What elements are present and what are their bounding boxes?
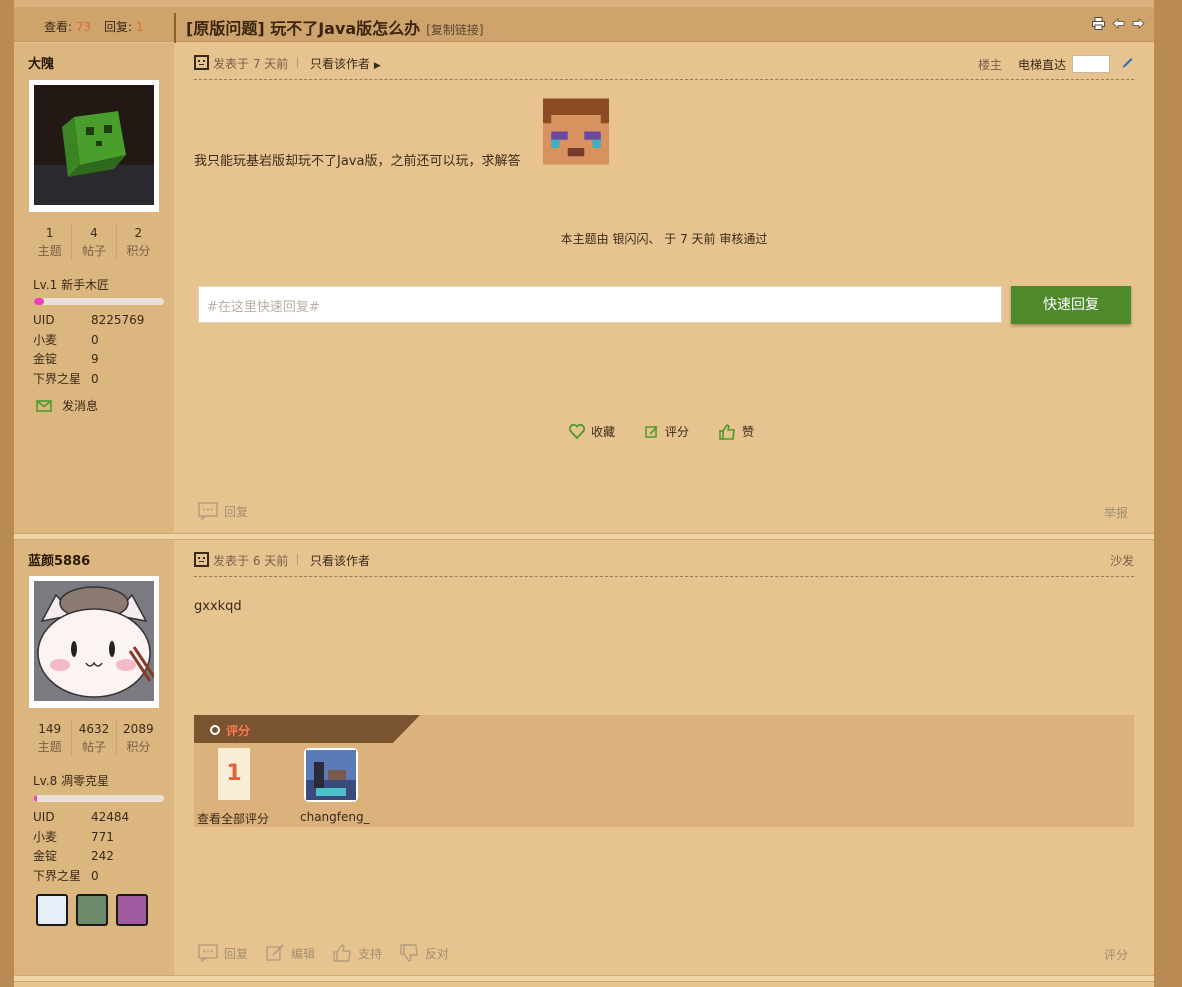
next-icon[interactable] bbox=[1132, 17, 1145, 29]
level-progress-bar bbox=[34, 298, 164, 305]
topics-stat[interactable]: 149 主题 bbox=[28, 720, 73, 756]
post-time: 发表于 6 天前 bbox=[213, 554, 289, 568]
author-credits: UID 8225769 小麦 0 金锭 9 下界之星 0 bbox=[33, 313, 145, 386]
rating-header: 评分 bbox=[194, 715, 420, 743]
rating-panel: 评分 1 查看全部评分 changfeng_ bbox=[194, 715, 1134, 827]
report-link[interactable]: 举报 bbox=[1104, 504, 1128, 521]
topics-stat[interactable]: 1 主题 bbox=[28, 224, 73, 260]
user-level: Lv.8 凋零克星 bbox=[33, 774, 110, 788]
top-strip bbox=[14, 0, 1154, 7]
medal-book-icon[interactable] bbox=[116, 894, 148, 926]
post-footer: 回复 bbox=[198, 502, 248, 520]
post-icon bbox=[194, 552, 209, 567]
author-stats: 1 主题 4 帖子 2 积分 bbox=[28, 224, 160, 260]
rating-count: 1 bbox=[218, 748, 250, 800]
thumb-down-icon bbox=[400, 944, 418, 962]
post-body: 发表于 6 天前 只看该作者 沙发 gxxkqd 评分 1 查看全部评分 cha… bbox=[174, 540, 1154, 975]
prev-icon[interactable] bbox=[1112, 17, 1125, 29]
rater-name[interactable]: changfeng_ bbox=[300, 810, 370, 824]
slime-avatar-image bbox=[34, 85, 154, 205]
author-name[interactable]: 蓝颜5886 bbox=[28, 550, 90, 569]
mail-icon bbox=[36, 399, 52, 412]
cat-avatar-image bbox=[34, 581, 154, 701]
post-footer: 回复 编辑 支持 反对 bbox=[198, 944, 449, 962]
send-message-link[interactable]: 发消息 bbox=[36, 397, 98, 414]
points-stat: 2 积分 bbox=[126, 226, 151, 258]
copy-link[interactable]: [复制链接] bbox=[426, 23, 483, 37]
post-floor-area: 楼主 电梯直达 bbox=[978, 55, 1134, 73]
post-content: gxxkqd bbox=[194, 599, 242, 614]
medal-list bbox=[36, 894, 148, 926]
pen-icon[interactable] bbox=[1120, 56, 1134, 73]
post-meta: 发表于 6 天前 只看该作者 沙发 bbox=[194, 550, 1134, 577]
user-level: Lv.1 新手木匠 bbox=[33, 278, 110, 292]
post-author-sidebar: 大隗 1 主题 4 帖子 2 积分 Lv.1 新手木匠 UID 8225769 … bbox=[14, 43, 174, 533]
rater-avatar[interactable] bbox=[304, 748, 358, 802]
avatar[interactable] bbox=[29, 80, 159, 212]
favorite-button[interactable]: 收藏 bbox=[569, 423, 615, 440]
only-author-link[interactable]: 只看该作者 bbox=[310, 552, 370, 569]
reply-button[interactable]: 回复 bbox=[198, 944, 248, 962]
review-note: 本主题由 银闪闪、 于 7 天前 审核通过 bbox=[560, 232, 768, 246]
print-icon[interactable] bbox=[1092, 17, 1105, 30]
thread-header: 查看: 73 回复: 1 [原版问题] 玩不了Java版怎么办 [复制链接] bbox=[14, 7, 1154, 43]
author-credits: UID 42484 小麦 771 金锭 242 下界之星 0 bbox=[33, 810, 130, 883]
post-icon bbox=[194, 55, 209, 70]
support-button[interactable]: 支持 bbox=[333, 944, 382, 962]
view-all-ratings-link[interactable]: 查看全部评分 bbox=[197, 810, 269, 827]
thumb-up-icon bbox=[333, 944, 351, 962]
only-author-link[interactable]: 只看该作者 ▶ bbox=[310, 55, 381, 72]
posts-stat[interactable]: 4632 帖子 bbox=[72, 720, 117, 756]
points-stat: 2089 积分 bbox=[123, 722, 154, 754]
quick-reply-input[interactable]: #在这里快速回复# bbox=[198, 286, 1002, 323]
posts-stat[interactable]: 4 帖子 bbox=[72, 224, 117, 260]
header-icons bbox=[1092, 17, 1145, 30]
post-first: 大隗 1 主题 4 帖子 2 积分 Lv.1 新手木匠 UID 8225769 … bbox=[14, 43, 1154, 533]
medal-panda-icon[interactable] bbox=[36, 894, 68, 926]
thread-title: [原版问题] 玩不了Java版怎么办 [复制链接] bbox=[186, 19, 484, 38]
elevator-input[interactable] bbox=[1072, 55, 1110, 73]
thumb-up-icon bbox=[719, 423, 735, 440]
header-divider bbox=[174, 13, 176, 43]
reply-icon bbox=[198, 502, 218, 520]
author-stats: 149 主题 4632 帖子 2089 积分 bbox=[28, 720, 160, 756]
post-reply: 蓝颜5886 149 主题 4632 帖子 2089 积分 Lv.8 凋零克星 … bbox=[14, 540, 1154, 975]
thread-page: 查看: 73 回复: 1 [原版问题] 玩不了Java版怎么办 [复制链接] 大隗 bbox=[14, 0, 1154, 987]
elevator-label: 电梯直达 bbox=[1017, 57, 1066, 72]
floor-label: 楼主 bbox=[977, 57, 1002, 72]
heart-icon bbox=[569, 424, 585, 439]
rate-button[interactable]: 评分 bbox=[645, 423, 689, 440]
post-author-sidebar: 蓝颜5886 149 主题 4632 帖子 2089 积分 Lv.8 凋零克星 … bbox=[14, 540, 174, 975]
edit-button[interactable]: 编辑 bbox=[266, 944, 315, 962]
avatar[interactable] bbox=[29, 576, 159, 708]
oppose-button[interactable]: 反对 bbox=[400, 944, 449, 962]
like-button[interactable]: 赞 bbox=[719, 423, 754, 440]
author-name[interactable]: 大隗 bbox=[28, 53, 54, 72]
floor-label: 沙发 bbox=[1109, 554, 1134, 568]
reply-button[interactable]: 回复 bbox=[198, 502, 248, 520]
post-meta: 发表于 7 天前 只看该作者 ▶ 楼主 电梯直达 bbox=[194, 53, 1134, 80]
post-actions: 收藏 评分 赞 bbox=[569, 423, 754, 440]
steve-face-emoji bbox=[543, 98, 609, 165]
edit-icon bbox=[645, 425, 658, 438]
medal-creeper-icon[interactable] bbox=[76, 894, 108, 926]
post-separator bbox=[14, 975, 1154, 982]
edit-icon bbox=[266, 944, 284, 961]
post-separator bbox=[14, 533, 1154, 540]
post-body: 发表于 7 天前 只看该作者 ▶ 楼主 电梯直达 我只能玩基岩版却玩不了Java… bbox=[174, 43, 1154, 533]
level-progress-bar bbox=[34, 795, 164, 802]
replies-stat: 回复: 1 bbox=[104, 20, 144, 34]
quick-reply-button[interactable]: 快速回复 bbox=[1011, 286, 1131, 324]
rate-link[interactable]: 评分 bbox=[1104, 946, 1128, 963]
views-stat: 查看: 73 bbox=[44, 20, 92, 34]
post-time: 发表于 7 天前 bbox=[213, 57, 289, 71]
reply-icon bbox=[198, 944, 218, 962]
post-content: 我只能玩基岩版却玩不了Java版，之前还可以玩，求解答 bbox=[194, 154, 521, 169]
